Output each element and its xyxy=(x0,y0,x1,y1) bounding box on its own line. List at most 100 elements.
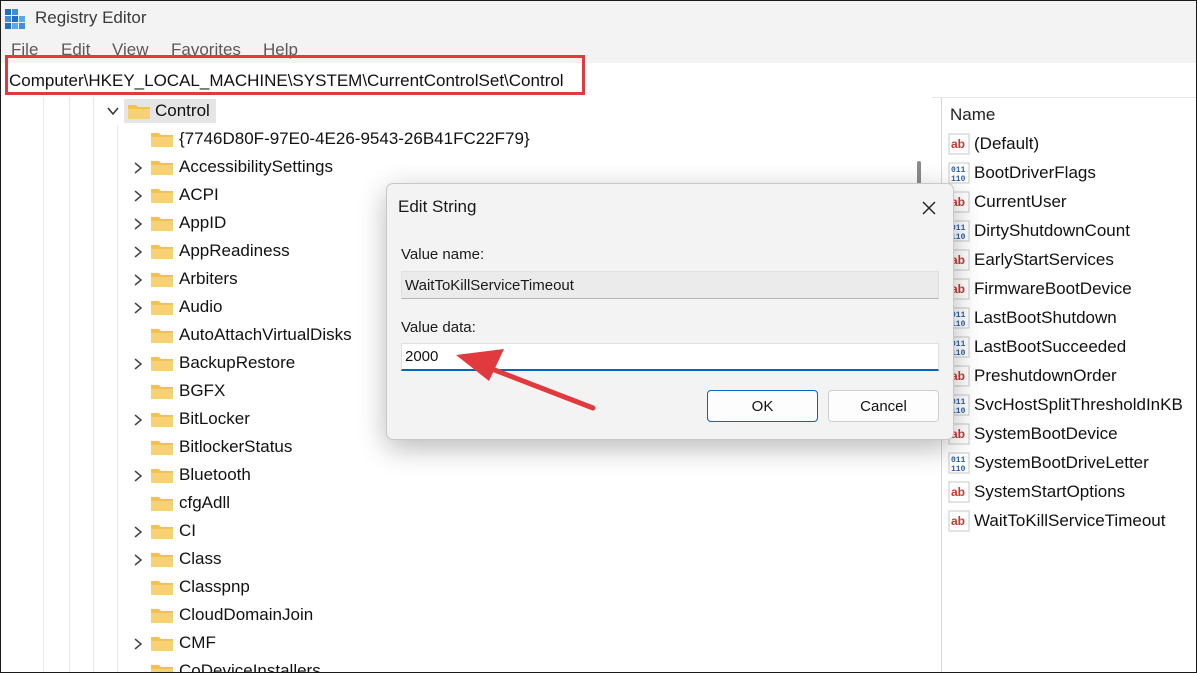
value-row[interactable]: ab WaitToKillServiceTimeout xyxy=(948,507,1196,536)
value-name: BootDriverFlags xyxy=(974,163,1096,182)
ok-button[interactable]: OK xyxy=(707,390,818,422)
chevron-right-icon[interactable] xyxy=(133,246,143,258)
folder-icon xyxy=(151,273,173,287)
svg-text:011: 011 xyxy=(951,166,966,175)
tree-item-control[interactable]: Control xyxy=(1,97,901,125)
svg-text:ab: ab xyxy=(951,137,965,151)
folder-icon xyxy=(151,161,173,175)
tree-item-label: BitlockerStatus xyxy=(179,437,293,456)
chevron-right-icon[interactable] xyxy=(133,162,143,174)
value-data-input[interactable] xyxy=(401,343,939,371)
svg-text:ab: ab xyxy=(951,514,965,528)
chevron-right-icon[interactable] xyxy=(133,526,143,538)
value-row[interactable]: ab CurrentUser xyxy=(948,188,1196,217)
folder-icon xyxy=(151,357,173,371)
folder-icon xyxy=(151,525,173,539)
tree-item[interactable]: CMF xyxy=(1,629,901,657)
cancel-button[interactable]: Cancel xyxy=(828,390,939,422)
tree-item[interactable]: CoDeviceInstallers xyxy=(1,657,901,673)
chevron-down-icon[interactable] xyxy=(107,106,119,116)
folder-icon xyxy=(151,609,173,623)
folder-icon xyxy=(128,105,150,119)
tree-item-label: AutoAttachVirtualDisks xyxy=(179,325,352,344)
tree-item-label: BitLocker xyxy=(179,409,250,428)
folder-icon xyxy=(151,329,173,343)
chevron-right-icon[interactable] xyxy=(133,414,143,426)
tree-item[interactable]: {7746D80F-97E0-4E26-9543-26B41FC22F79} xyxy=(1,125,901,153)
tree-item-label: CMF xyxy=(179,633,216,652)
folder-icon xyxy=(151,413,173,427)
tree-item[interactable]: Bluetooth xyxy=(1,461,901,489)
value-name: FirmwareBootDevice xyxy=(974,279,1132,298)
tree-item[interactable]: CI xyxy=(1,517,901,545)
value-name: (Default) xyxy=(974,134,1040,153)
title-bar: Registry Editor xyxy=(1,1,1196,35)
binary-value-icon: 011110 xyxy=(948,452,970,474)
string-value-icon: ab xyxy=(948,481,970,503)
folder-icon xyxy=(151,189,173,203)
value-name: PreshutdownOrder xyxy=(974,366,1117,385)
tree-item[interactable]: Class xyxy=(1,545,901,573)
value-name-field xyxy=(401,271,939,299)
value-name: LastBootSucceeded xyxy=(974,337,1127,356)
value-row[interactable]: 011 110 DirtyShutdownCount xyxy=(948,217,1196,246)
value-data-label: Value data: xyxy=(401,319,476,336)
chevron-right-icon[interactable] xyxy=(133,554,143,566)
close-icon[interactable] xyxy=(915,194,943,222)
tree-item-label: AccessibilitySettings xyxy=(179,157,334,176)
value-row[interactable]: 011 110 LastBootSucceeded xyxy=(948,333,1196,362)
chevron-right-icon[interactable] xyxy=(133,470,143,482)
tree-item[interactable]: cfgAdll xyxy=(1,489,901,517)
value-row[interactable]: ab SystemStartOptions xyxy=(948,478,1196,507)
value-name: DirtyShutdownCount xyxy=(974,221,1130,240)
chevron-right-icon[interactable] xyxy=(133,274,143,286)
value-row[interactable]: ab EarlyStartServices xyxy=(948,246,1196,275)
tree-item-label: Arbiters xyxy=(179,269,238,288)
value-row[interactable]: 011 110 SystemBootDriveLetter xyxy=(948,449,1196,478)
tree-item[interactable]: Classpnp xyxy=(1,573,901,601)
value-row[interactable]: 011 110 LastBootShutdown xyxy=(948,304,1196,333)
value-name: SvcHostSplitThresholdInKB xyxy=(974,395,1183,414)
folder-icon xyxy=(151,637,173,651)
folder-icon xyxy=(151,441,173,455)
string-value-icon: ab xyxy=(948,133,970,155)
tree-item-label: CoDeviceInstallers xyxy=(179,661,321,673)
folder-icon xyxy=(151,665,173,672)
string-value-icon: ab xyxy=(948,510,970,532)
value-row[interactable]: ab PreshutdownOrder xyxy=(948,362,1196,391)
tree-item-label: ACPI xyxy=(179,185,219,204)
window-title: Registry Editor xyxy=(35,8,147,27)
chevron-right-icon[interactable] xyxy=(133,638,143,650)
value-name-label: Value name: xyxy=(401,246,485,263)
tree-item[interactable]: CloudDomainJoin xyxy=(1,601,901,629)
tree-item-label: Audio xyxy=(179,297,223,316)
chevron-right-icon[interactable] xyxy=(133,358,143,370)
values-pane[interactable]: Name ab (Default) 011 110 BootDriverFlags ab C… xyxy=(942,97,1196,672)
folder-icon xyxy=(151,581,173,595)
folder-icon xyxy=(151,133,173,147)
column-header-name[interactable]: Name xyxy=(950,105,995,125)
binary-value-icon: 011110 xyxy=(948,162,970,184)
value-row[interactable]: ab (Default) xyxy=(948,130,1196,159)
value-row[interactable]: 011 110 BootDriverFlags xyxy=(948,159,1196,188)
tree-item-label: {7746D80F-97E0-4E26-9543-26B41FC22F79} xyxy=(179,129,530,148)
tree-item-label: BGFX xyxy=(179,381,226,400)
tree-item-label: Class xyxy=(179,549,222,568)
tree-item[interactable]: AccessibilitySettings xyxy=(1,153,901,181)
tree-item-label: AppReadiness xyxy=(179,241,290,260)
value-row[interactable]: 011 110 SvcHostSplitThresholdInKB xyxy=(948,391,1196,420)
tree-item-label: Control xyxy=(155,101,210,120)
value-name: CurrentUser xyxy=(974,192,1067,211)
chevron-right-icon[interactable] xyxy=(133,302,143,314)
folder-icon xyxy=(151,217,173,231)
value-row[interactable]: ab SystemBootDevice xyxy=(948,420,1196,449)
value-name: SystemStartOptions xyxy=(974,482,1126,501)
tree-item-label: AppID xyxy=(179,213,227,232)
svg-text:011: 011 xyxy=(951,456,966,465)
edit-string-dialog: Edit String Value name: Value data: OK C… xyxy=(386,183,954,440)
value-row[interactable]: ab FirmwareBootDevice xyxy=(948,275,1196,304)
chevron-right-icon[interactable] xyxy=(133,190,143,202)
tree-item-label: cfgAdll xyxy=(179,493,231,512)
chevron-right-icon[interactable] xyxy=(133,218,143,230)
folder-icon xyxy=(151,553,173,567)
